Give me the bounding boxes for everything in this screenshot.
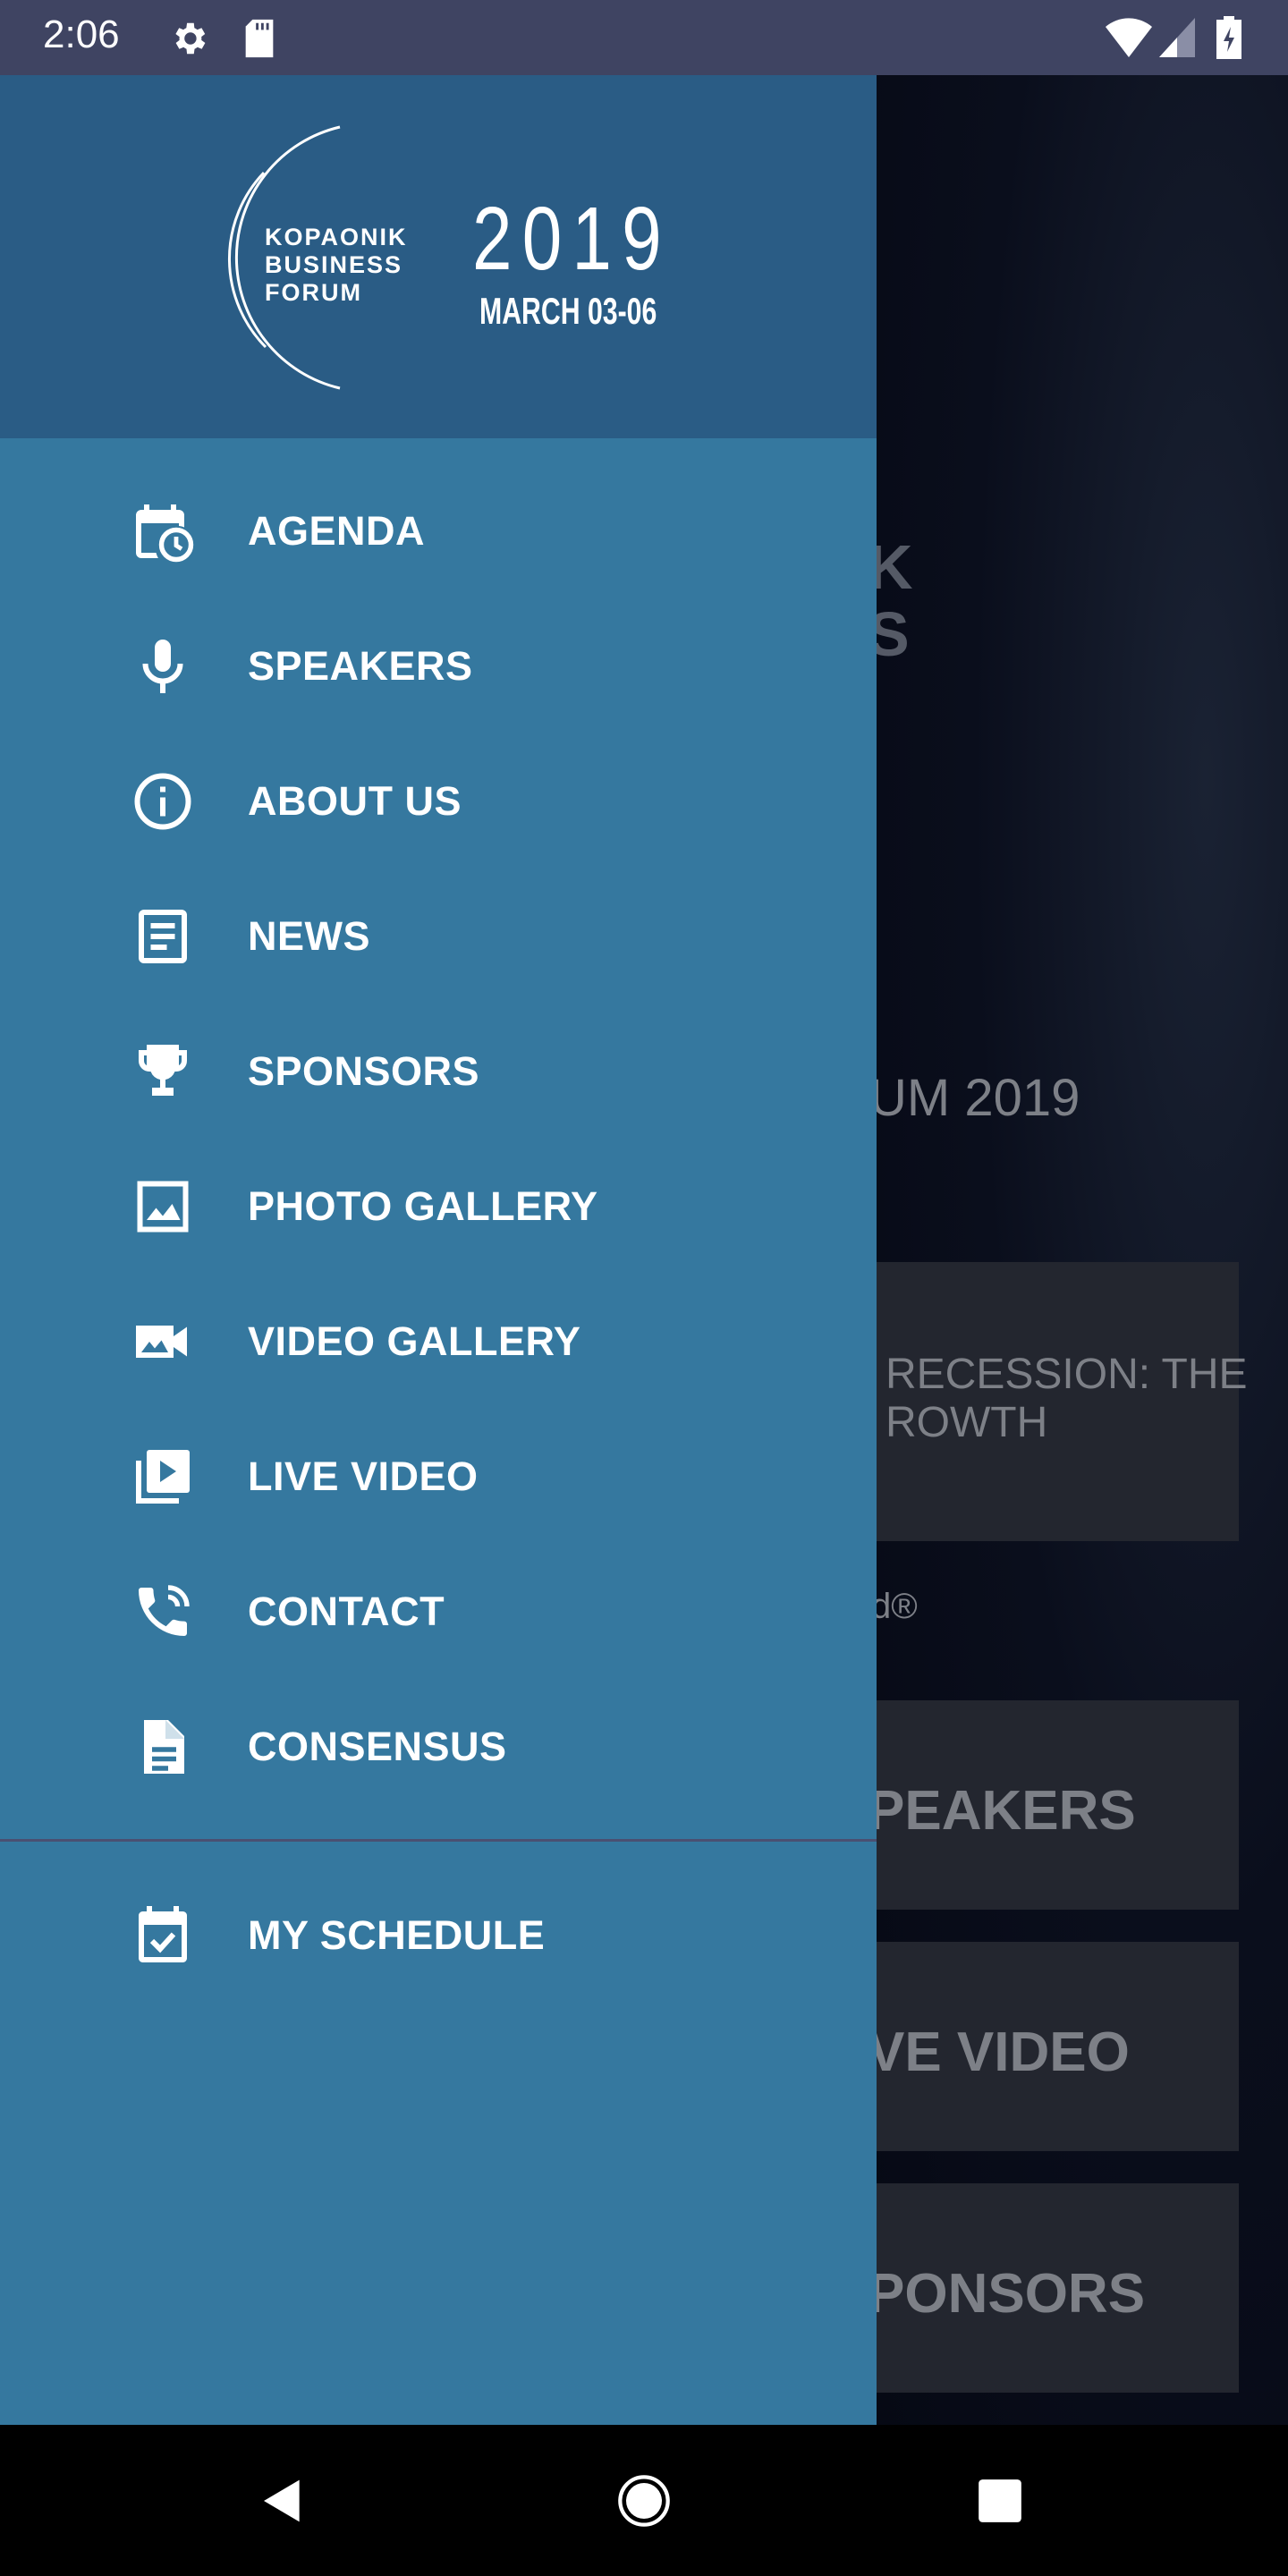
menu-item-photo-gallery[interactable]: PHOTO GALLERY [0, 1144, 877, 1269]
menu-item-label: MY SCHEDULE [248, 1912, 546, 1958]
menu-divider [0, 1839, 877, 1842]
logo-line: BUSINESS [265, 251, 403, 278]
menu-item-agenda[interactable]: AGENDA [0, 469, 877, 594]
speakers-card-button[interactable]: PEAKERS [877, 1700, 1239, 1910]
headline-text: ROWTH [886, 1399, 1048, 1446]
menu-item-label: VIDEO GALLERY [248, 1318, 581, 1364]
menu-item-label: SPEAKERS [248, 643, 473, 689]
drawer-header: KOPAONIK BUSINESS FORUM 2019 MARCH 03-06 [0, 75, 877, 438]
menu-item-label: CONTACT [248, 1589, 445, 1634]
menu-item-sponsors[interactable]: SPONSORS [0, 1009, 877, 1134]
home-icon[interactable] [615, 2472, 673, 2529]
article-icon [139, 910, 187, 963]
menu-item-video-gallery[interactable]: VIDEO GALLERY [0, 1279, 877, 1404]
sd-card-icon [245, 19, 274, 58]
home-background: K S UM 2019 RECESSION: THE ROWTH d® PEAK… [877, 75, 1288, 2425]
battery-charging-icon [1216, 16, 1241, 59]
menu-item-consensus[interactable]: CONSENSUS [0, 1684, 877, 1809]
logo-line: KOPAONIK [265, 224, 408, 250]
bg-title: UM 2019 [877, 1069, 1080, 1127]
image-icon [137, 1181, 189, 1233]
menu-item-label: NEWS [248, 913, 370, 959]
status-bar: 2:06 [0, 0, 1288, 75]
menu-item-my-schedule[interactable]: MY SCHEDULE [0, 1873, 877, 1998]
wifi-icon [1106, 18, 1152, 57]
phone-icon [139, 1585, 190, 1636]
sponsors-card-button[interactable]: PONSORS [877, 2183, 1239, 2393]
menu-item-news[interactable]: NEWS [0, 874, 877, 999]
trophy-icon [139, 1045, 187, 1096]
logo-text: KOPAONIK BUSINESS FORUM [265, 224, 408, 307]
calendar-clock-icon [136, 504, 194, 563]
signal-icon [1159, 18, 1195, 57]
bg-logo-fragment: S [877, 599, 910, 669]
menu-item-label: LIVE VIDEO [248, 1453, 479, 1499]
menu-item-live-video[interactable]: LIVE VIDEO [0, 1414, 877, 1539]
video-library-icon [136, 1450, 190, 1504]
menu-item-speakers[interactable]: SPEAKERS [0, 604, 877, 729]
navigation-drawer: KOPAONIK BUSINESS FORUM 2019 MARCH 03-06… [0, 75, 877, 2425]
menu-item-label: PHOTO GALLERY [248, 1183, 598, 1229]
video-camera-icon [136, 1326, 187, 1358]
menu-item-contact[interactable]: CONTACT [0, 1549, 877, 1674]
document-icon [144, 1720, 184, 1774]
logo-line: FORUM [265, 279, 362, 306]
back-icon[interactable] [258, 2476, 308, 2526]
microphone-icon [142, 640, 183, 693]
settings-icon [175, 22, 206, 55]
navigation-bar [0, 2425, 1288, 2576]
status-time: 2:06 [43, 13, 120, 56]
menu-item-label: SPONSORS [248, 1048, 480, 1094]
live-video-card-button[interactable]: VE VIDEO [877, 1942, 1239, 2151]
logo-dates: MARCH 03-06 [479, 290, 657, 332]
bg-logo-fragment: K [877, 532, 913, 602]
card-label: VE VIDEO [877, 2021, 1130, 2083]
recents-icon[interactable] [977, 2478, 1023, 2524]
menu-item-label: AGENDA [248, 508, 426, 554]
menu-item-label: ABOUT US [248, 778, 462, 824]
bg-credit: d® [877, 1587, 918, 1626]
menu-item-about-us[interactable]: ABOUT US [0, 739, 877, 864]
logo-year: 2019 [472, 189, 672, 289]
calendar-check-icon [139, 1906, 187, 1962]
card-label: PEAKERS [877, 1780, 1136, 1842]
card-label: PONSORS [877, 2263, 1146, 2325]
info-icon [134, 773, 191, 830]
menu-item-label: CONSENSUS [248, 1724, 507, 1769]
headline-text: RECESSION: THE [886, 1351, 1248, 1398]
headline-card[interactable]: RECESSION: THE ROWTH [877, 1262, 1248, 1541]
